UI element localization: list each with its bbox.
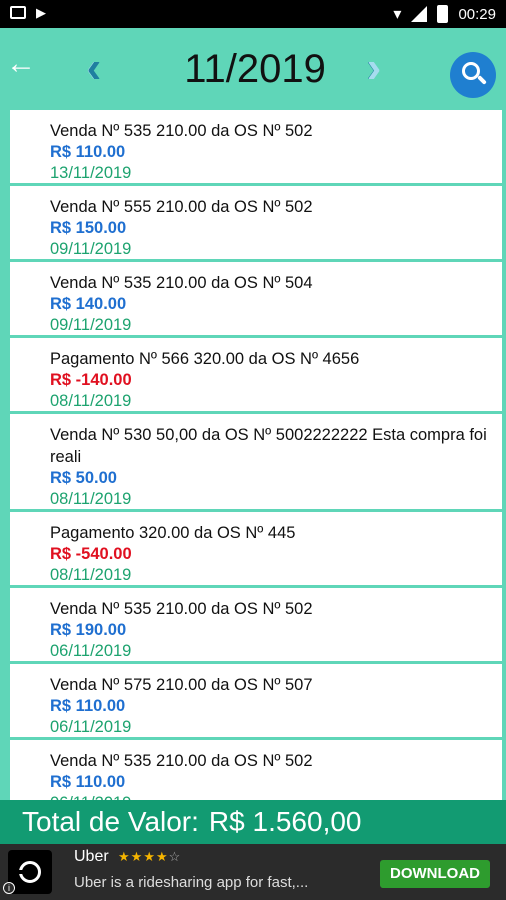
transaction-description: Venda Nº 535 210.00 da OS Nº 502 [50, 122, 313, 140]
transaction-item[interactable]: Pagamento 320.00 da OS Nº 445 R$ -540.00 0… [10, 512, 502, 585]
clock: 00:29 [458, 5, 496, 23]
transaction-description: Venda Nº 555 210.00 da OS Nº 502 [50, 198, 313, 216]
transaction-value: R$ 150.00 [50, 219, 127, 237]
star-filled-icon: ★ [155, 849, 169, 864]
transaction-value: R$ -140.00 [50, 371, 132, 389]
star-empty-icon: ☆ [168, 849, 182, 864]
transaction-value: R$ 110.00 [50, 773, 126, 791]
transaction-description: Pagamento Nº 566 320.00 da OS Nº 4656 [50, 350, 360, 368]
current-month: 11/2019 [184, 47, 326, 91]
back-arrow-icon[interactable]: ← [6, 49, 36, 80]
ad-banner[interactable]: i Uber ★★★★☆ Uber is a ridesharing app f… [0, 844, 506, 900]
star-filled-icon: ★ [118, 849, 131, 864]
transaction-date: 13/11/2019 [50, 164, 132, 182]
ad-info-icon[interactable]: i [3, 882, 15, 894]
transaction-list[interactable]: Venda Nº 535 210.00 da OS Nº 502 R$ 110.0… [10, 110, 502, 800]
transaction-item[interactable]: Venda Nº 535 210.00 da OS Nº 502 R$ 110.0… [10, 740, 502, 800]
total-amount: R$ 1.560,00 [208, 806, 362, 837]
star-filled-icon: ★ [143, 849, 156, 864]
ad-rating-stars: ★★★★☆ [118, 849, 181, 865]
battery-icon [437, 5, 449, 23]
previous-month-button[interactable]: ‹‹ [86, 46, 136, 92]
transaction-date: 06/11/2019 [50, 793, 502, 800]
status-bar: ▶ ▾ 00:29 [0, 0, 506, 28]
image-notification-icon [10, 6, 26, 19]
transaction-value: R$ -540.00 [50, 545, 132, 563]
next-month-button[interactable]: ›› [366, 46, 416, 92]
transaction-description: Venda Nº 535 210.00 da OS Nº 502 [50, 600, 313, 618]
transaction-item[interactable]: Venda Nº 575 210.00 da OS Nº 507 R$ 110.0… [10, 664, 502, 737]
ad-download-button[interactable]: DOWNLOAD [380, 860, 490, 888]
transaction-date: 09/11/2019 [50, 316, 132, 334]
star-filled-icon: ★ [130, 849, 144, 864]
transaction-date: 08/11/2019 [50, 392, 132, 410]
transaction-description: Pagamento 320.00 da OS Nº 445 [50, 524, 296, 542]
transaction-item[interactable]: Venda Nº 535 210.00 da OS Nº 502 R$ 110.0… [10, 110, 502, 183]
transaction-description: Venda Nº 575 210.00 da OS Nº 507 [50, 676, 313, 694]
wifi-icon: ▾ [393, 6, 402, 23]
transaction-item[interactable]: Venda Nº 535 210.00 da OS Nº 504 R$ 140.0… [10, 262, 502, 335]
transaction-description: Venda Nº 535 210.00 da OS Nº 504 [50, 274, 313, 292]
search-button[interactable] [450, 52, 496, 98]
total-label: Total de Valor: [22, 806, 199, 837]
signal-icon [411, 6, 428, 22]
transaction-value: R$ 50.00 [50, 469, 117, 487]
ad-tagline: Uber is a ridesharing app for fast,... [74, 874, 309, 891]
total-bar: Total de Valor: R$ 1.560,00 [0, 800, 506, 844]
transaction-item[interactable]: Pagamento Nº 566 320.00 da OS Nº 4656 R$ … [10, 338, 502, 411]
transaction-date: 08/11/2019 [50, 490, 132, 508]
transaction-date: 09/11/2019 [50, 240, 132, 258]
transaction-description: Venda Nº 535 210.00 da OS Nº 502 [50, 752, 313, 770]
transaction-value: R$ 110.00 [50, 697, 126, 715]
transaction-item[interactable]: Venda Nº 530 50,00 da OS Nº 5002222222 E… [10, 414, 502, 509]
transaction-value: R$ 110.00 [50, 143, 126, 161]
transaction-date: 08/11/2019 [50, 566, 132, 584]
transaction-date: 06/11/2019 [50, 718, 132, 736]
play-store-notification-icon: ▶ [36, 5, 46, 20]
header-bar: ← ‹‹ 11/2019 ›› [0, 28, 506, 110]
transaction-item[interactable]: Venda Nº 535 210.00 da OS Nº 502 R$ 190.0… [10, 588, 502, 661]
transaction-item[interactable]: Venda Nº 555 210.00 da OS Nº 502 R$ 150.0… [10, 186, 502, 259]
transaction-value: R$ 140.00 [50, 295, 127, 313]
transaction-value: R$ 190.00 [50, 621, 127, 639]
transaction-date: 06/11/2019 [50, 642, 132, 660]
ad-app-name: Uber [74, 848, 109, 865]
transaction-description: Venda Nº 530 50,00 da OS Nº 5002222222 E… [50, 426, 487, 466]
